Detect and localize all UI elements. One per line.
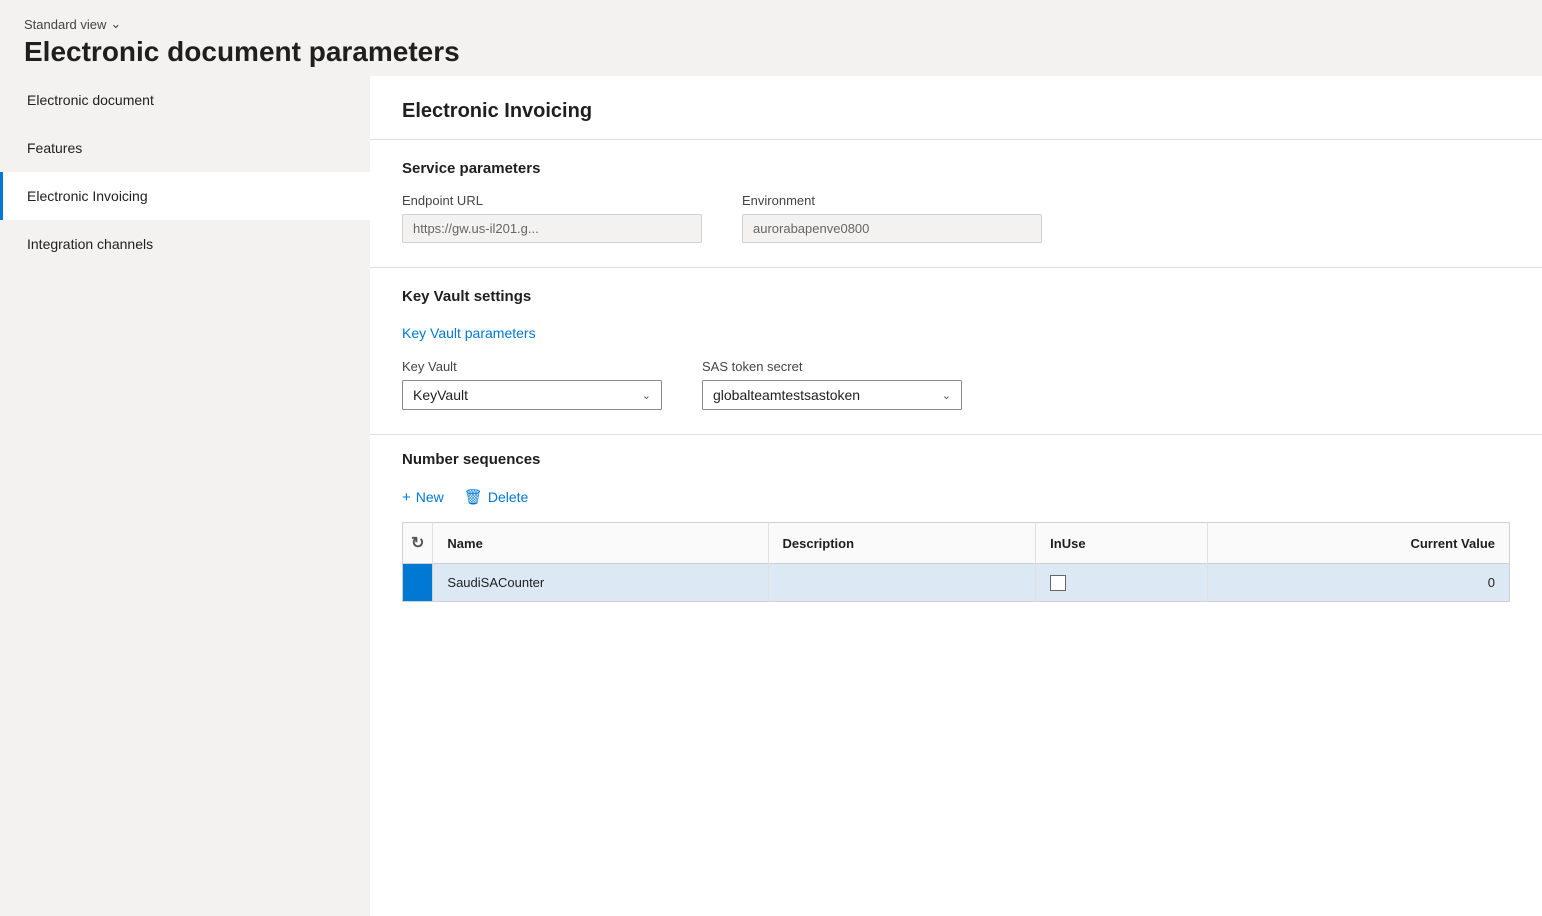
table-row[interactable]: SaudiSACounter 0 [403, 564, 1510, 602]
col-description: Description [768, 523, 1036, 564]
standard-view-selector[interactable]: Standard view ⌄ [24, 16, 1518, 32]
inuse-checkbox[interactable] [1050, 575, 1066, 591]
refresh-icon[interactable]: ↻ [411, 535, 424, 552]
table-header-row: ↻ Name Description InUse [403, 523, 1510, 564]
endpoint-url-group: Endpoint URL https://gw.us-il201.g... [402, 193, 702, 243]
standard-view-label: Standard view [24, 17, 106, 32]
service-parameters-row: Endpoint URL https://gw.us-il201.g... En… [402, 193, 1510, 243]
refresh-header-cell: ↻ [403, 523, 433, 564]
sidebar-item-features[interactable]: Features [0, 124, 370, 172]
sas-token-chevron-icon: ⌄ [942, 389, 951, 402]
delete-button[interactable]: 🗑 Delete [464, 484, 529, 510]
page-wrapper: Standard view ⌄ Electronic document para… [0, 0, 1542, 916]
key-vault-select[interactable]: KeyVault ⌄ [402, 380, 662, 410]
sas-token-select-value: globalteamtestsastoken [713, 387, 860, 403]
sas-token-select[interactable]: globalteamtestsastoken ⌄ [702, 380, 962, 410]
key-vault-heading: Key Vault settings [402, 288, 1510, 305]
sas-token-label: SAS token secret [702, 359, 962, 374]
col-name: Name [433, 523, 768, 564]
environment-label: Environment [742, 193, 1042, 208]
row-active-indicator [403, 564, 433, 602]
main-content: Electronic document Features Electronic … [0, 76, 1542, 916]
page-header: Standard view ⌄ Electronic document para… [0, 0, 1542, 76]
service-parameters-section: Service parameters Endpoint URL https://… [370, 140, 1542, 267]
key-vault-label: Key Vault [402, 359, 662, 374]
key-vault-row: Key Vault KeyVault ⌄ SAS token secret gl… [402, 359, 1510, 410]
delete-icon: 🗑 [464, 488, 483, 506]
plus-icon: + [402, 489, 411, 506]
col-current-value: Current Value [1207, 523, 1509, 564]
endpoint-url-input: https://gw.us-il201.g... [402, 214, 702, 243]
cell-current-value: 0 [1207, 564, 1509, 602]
key-vault-chevron-icon: ⌄ [642, 389, 651, 402]
page-title: Electronic document parameters [24, 36, 1518, 68]
new-button-label: New [416, 489, 444, 505]
cell-name: SaudiSACounter [433, 564, 768, 602]
key-vault-select-value: KeyVault [413, 387, 468, 403]
number-sequences-heading: Number sequences [402, 451, 1510, 468]
number-sequences-section: Number sequences + New 🗑 Delete [370, 435, 1542, 618]
sidebar-item-electronic-document[interactable]: Electronic document [0, 76, 370, 124]
service-parameters-heading: Service parameters [402, 160, 1510, 177]
cell-description [768, 564, 1036, 602]
content-panel: Electronic Invoicing Service parameters … [370, 76, 1542, 916]
key-vault-dropdown-group: Key Vault KeyVault ⌄ [402, 359, 662, 410]
col-inuse: InUse [1036, 523, 1208, 564]
environment-input: aurorabapenve0800 [742, 214, 1042, 243]
sas-token-dropdown-group: SAS token secret globalteamtestsastoken … [702, 359, 962, 410]
new-button[interactable]: + New [402, 485, 444, 510]
delete-button-label: Delete [488, 489, 528, 505]
number-sequences-table: ↻ Name Description InUse [402, 522, 1510, 602]
key-vault-parameters-link[interactable]: Key Vault parameters [402, 321, 536, 345]
endpoint-url-label: Endpoint URL [402, 193, 702, 208]
section-title-main: Electronic Invoicing [370, 76, 1542, 139]
sidebar-item-integration-channels[interactable]: Integration channels [0, 220, 370, 268]
standard-view-chevron: ⌄ [110, 16, 121, 32]
sidebar: Electronic document Features Electronic … [0, 76, 370, 916]
cell-inuse [1036, 564, 1208, 602]
sidebar-item-electronic-invoicing[interactable]: Electronic Invoicing [0, 172, 370, 220]
environment-group: Environment aurorabapenve0800 [742, 193, 1042, 243]
key-vault-section: Key Vault settings Key Vault parameters … [370, 268, 1542, 434]
number-sequences-toolbar: + New 🗑 Delete [402, 484, 1510, 510]
